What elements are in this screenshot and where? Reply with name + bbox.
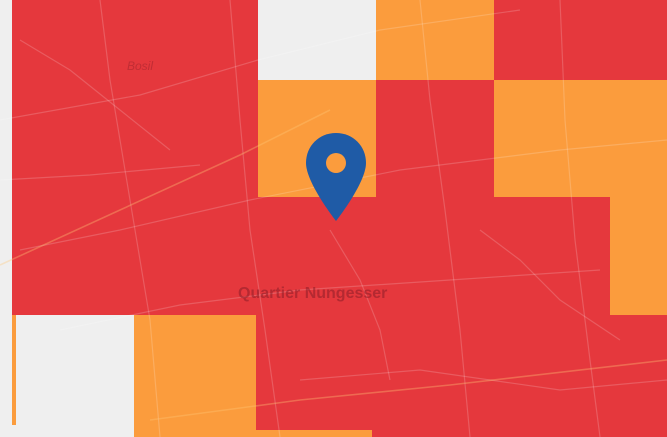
place-label-bosil: Bosil	[127, 59, 154, 73]
map-pin-icon[interactable]	[305, 133, 367, 223]
place-label-quartier-nungesser: Quartier Nungesser	[238, 285, 388, 302]
map-view[interactable]: Bosil Quartier Nungesser	[0, 0, 667, 437]
